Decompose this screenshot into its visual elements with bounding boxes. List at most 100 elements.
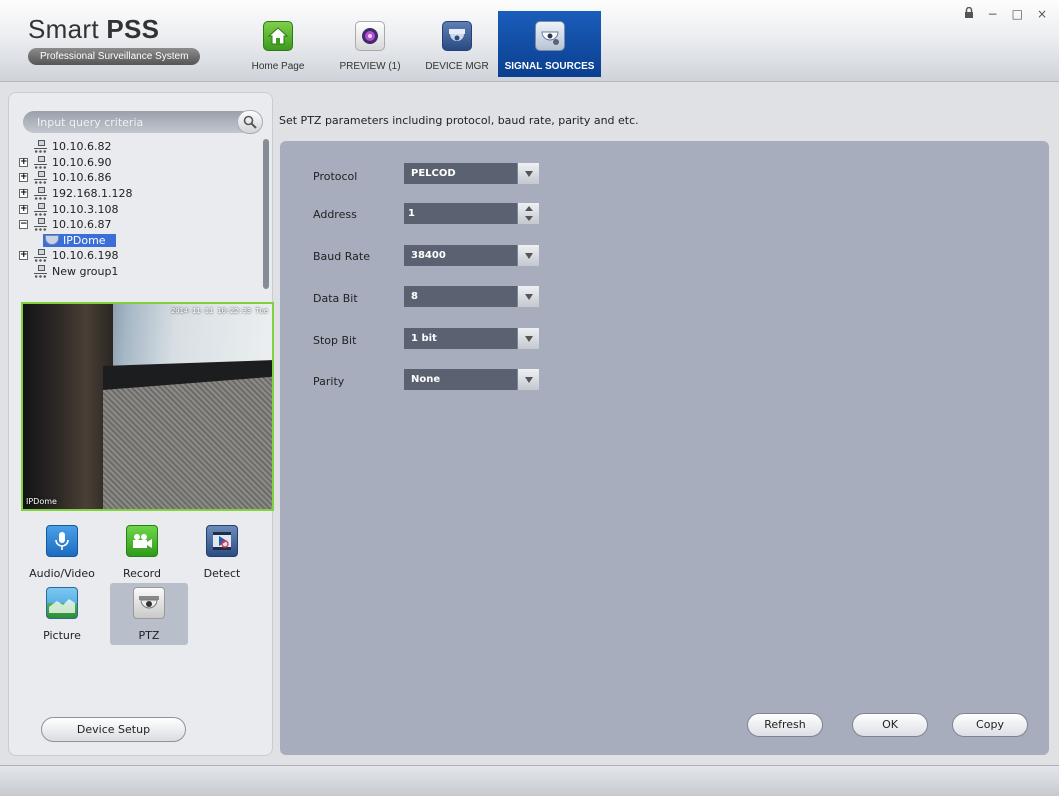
func-label: Detect [203,567,241,580]
func-detect[interactable]: Detect [183,521,261,583]
device-setup-button[interactable]: Device Setup [41,717,186,742]
tree-selection: IPDome [43,233,116,247]
network-group-icon [34,265,47,279]
copy-button[interactable]: Copy [952,713,1028,737]
stop-bit-label: Stop Bit [313,334,357,347]
title-bar: Smart PSS Professional Surveillance Syst… [0,0,1059,82]
landscape-picture-icon [46,587,78,619]
expand-toggle[interactable]: + [19,189,28,199]
video-scene [23,304,113,509]
search-box [23,110,263,134]
protocol-select[interactable]: PELCOD [404,163,539,184]
func-picture[interactable]: Picture [23,583,101,645]
app-title: Smart PSS [28,14,160,44]
parity-select[interactable]: None [404,369,539,390]
func-label: Picture [43,629,81,642]
baud-rate-label: Baud Rate [313,250,370,263]
tree-node-10-10-6-87[interactable]: − 10.10.6.87 [19,217,259,233]
tab-label: SIGNAL SOURCES [504,61,595,72]
tab-signal-sources[interactable]: SIGNAL SOURCES [498,11,601,77]
tree-node-10-10-6-90[interactable]: + 10.10.6.90 [19,155,259,171]
status-bar [0,765,1059,796]
tree-expander [19,267,28,276]
expand-toggle[interactable]: + [19,251,28,261]
network-device-icon [34,171,47,185]
page-description: Set PTZ parameters including protocol, b… [279,114,639,127]
chevron-down-icon[interactable] [517,369,539,390]
tree-scrollbar[interactable] [263,139,269,289]
stepper-buttons [517,203,539,224]
signal-dome-gear-icon [534,21,565,51]
tree-node-label: New group1 [52,265,119,279]
app-subtitle: Professional Surveillance System [28,48,201,65]
video-camera-icon [126,525,158,557]
device-tree: 10.10.6.82 + 10.10.6.90 + 10.10.6.86 + 1… [19,139,259,289]
tab-device-mgr[interactable]: DEVICE MGR [416,11,498,77]
refresh-button[interactable]: Refresh [747,713,823,737]
baud-rate-select[interactable]: 38400 [404,245,539,266]
maximize-button[interactable]: □ [1012,7,1023,21]
func-ptz[interactable]: PTZ [110,583,188,645]
ptz-settings-panel: Protocol PELCOD Address Baud Rate 38400 … [280,141,1049,755]
network-device-icon [34,202,47,216]
window-controls: − □ × [964,6,1047,21]
lock-icon[interactable] [964,6,974,21]
tab-home-page[interactable]: Home Page [232,11,324,77]
expand-toggle[interactable]: + [19,173,28,183]
ptz-dome-icon [133,587,165,619]
video-channel-name: IPDome [26,497,57,506]
search-input[interactable] [23,111,243,133]
chevron-down-icon[interactable] [517,286,539,307]
parity-value: None [411,374,441,385]
protocol-label: Protocol [313,170,358,183]
tree-node-10-10-3-108[interactable]: + 10.10.3.108 [19,201,259,217]
network-device-icon [34,249,47,263]
tree-node-10-10-6-198[interactable]: + 10.10.6.198 [19,248,259,264]
minimize-button[interactable]: − [988,7,998,21]
tree-node-label: 10.10.6.90 [52,155,112,169]
stop-bit-select[interactable]: 1 bit [404,328,539,349]
data-bit-value: 8 [411,291,418,302]
network-device-icon [34,140,47,154]
tree-expander [19,142,28,151]
chevron-down-icon[interactable] [517,245,539,266]
tree-node-ipdome[interactable]: IPDome [19,233,259,249]
chevron-down-icon[interactable] [517,163,539,184]
main-nav: Home Page PREVIEW (1) DEVICE MGR SIGNAL … [232,11,601,77]
func-audio-video[interactable]: Audio/Video [23,521,101,583]
app-logo: Smart PSS Professional Surveillance Syst… [28,15,218,65]
chevron-down-icon[interactable] [517,328,539,349]
func-label: Audio/Video [29,567,95,580]
expand-toggle[interactable]: + [19,157,28,167]
tree-node-10-10-6-82[interactable]: 10.10.6.82 [19,139,259,155]
video-timestamp: 2014-11-11 10:22:33 Tue [171,307,268,315]
tab-preview[interactable]: PREVIEW (1) [324,11,416,77]
func-record[interactable]: Record [103,521,181,583]
tree-node-label: 10.10.6.86 [52,171,112,185]
search-button[interactable] [237,110,263,134]
tree-node-192-168-1-128[interactable]: + 192.168.1.128 [19,186,259,202]
video-preview[interactable]: 2014-11-11 10:22:33 Tue IPDome [21,302,274,511]
network-device-icon [34,218,47,232]
data-bit-label: Data Bit [313,292,358,305]
tree-node-label: IPDome [63,233,106,247]
address-input[interactable] [404,203,516,224]
dome-camera-icon [45,235,59,246]
tree-node-10-10-6-86[interactable]: + 10.10.6.86 [19,170,259,186]
tab-label: PREVIEW (1) [339,61,401,72]
parity-label: Parity [313,375,345,388]
func-label: PTZ [138,629,160,642]
tree-node-label: 192.168.1.128 [52,187,133,201]
decrement-arrow-icon[interactable] [525,216,533,221]
ok-button[interactable]: OK [852,713,928,737]
collapse-toggle[interactable]: − [19,220,28,230]
address-stepper[interactable] [404,203,539,224]
increment-arrow-icon[interactable] [525,206,533,211]
close-button[interactable]: × [1037,7,1047,21]
data-bit-select[interactable]: 8 [404,286,539,307]
tab-label: DEVICE MGR [425,61,489,72]
scrollbar-thumb[interactable] [263,139,269,289]
tree-node-new-group1[interactable]: New group1 [19,264,259,280]
address-label: Address [313,208,357,221]
expand-toggle[interactable]: + [19,204,28,214]
